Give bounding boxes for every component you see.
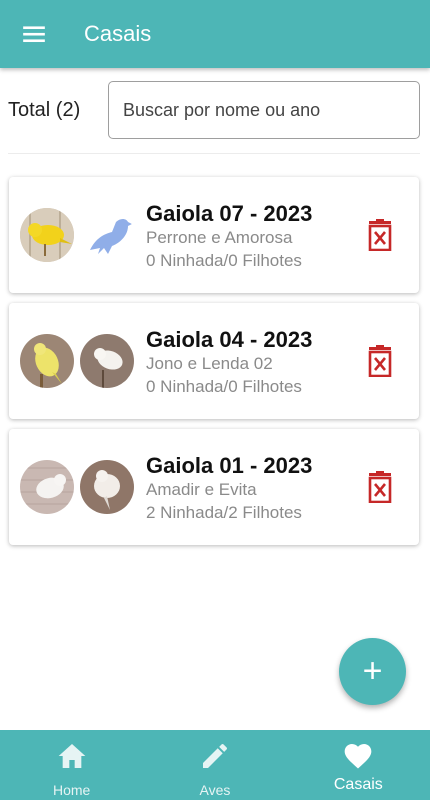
add-couple-button[interactable]: + — [339, 638, 406, 705]
bottom-navigation: Home Aves Casais — [0, 730, 430, 800]
heart-icon — [344, 744, 372, 769]
couples-list: Gaiola 07 - 2023 Perrone e Amorosa 0 Nin… — [0, 177, 430, 555]
male-bird-avatar — [20, 334, 74, 388]
couple-stats: 0 Ninhada/0 Filhotes — [146, 377, 302, 396]
total-count-label: Total (2) — [8, 98, 81, 121]
couple-card[interactable]: Gaiola 01 - 2023 Amadir e Evita 2 Ninhad… — [9, 429, 419, 545]
delete-button[interactable] — [365, 219, 395, 252]
couple-title: Gaiola 04 - 2023 — [146, 327, 313, 352]
female-bird-placeholder-icon — [80, 208, 134, 262]
delete-button[interactable] — [365, 345, 395, 378]
couple-stats: 0 Ninhada/0 Filhotes — [146, 251, 302, 270]
couple-names: Amadir e Evita — [146, 480, 257, 499]
nav-item-casais[interactable]: Casais — [287, 730, 430, 800]
app-root: Casais Total (2) Buscar por nome ou ano … — [0, 0, 430, 800]
couple-names: Perrone e Amorosa — [146, 228, 293, 247]
female-bird-avatar — [80, 460, 134, 514]
couple-card[interactable]: Gaiola 04 - 2023 Jono e Lenda 02 0 Ninha… — [9, 303, 419, 419]
pencil-icon — [202, 743, 227, 768]
delete-button[interactable] — [365, 471, 395, 504]
delete-icon — [368, 345, 392, 378]
couple-names: Jono e Lenda 02 — [146, 354, 273, 373]
couple-title: Gaiola 01 - 2023 — [146, 453, 313, 478]
nav-item-home[interactable]: Home — [0, 730, 143, 800]
page-title: Casais — [84, 21, 152, 46]
nav-label-home: Home — [52, 782, 91, 798]
delete-icon — [368, 471, 392, 504]
couple-title: Gaiola 07 - 2023 — [146, 201, 313, 226]
nav-item-aves[interactable]: Aves — [143, 730, 286, 800]
app-bar: Casais — [0, 0, 430, 68]
nav-label-casais: Casais — [333, 776, 383, 793]
search-input[interactable] — [108, 81, 420, 139]
male-bird-avatar — [20, 460, 74, 514]
nav-label-aves: Aves — [199, 782, 231, 798]
male-bird-avatar — [20, 208, 74, 262]
divider — [8, 153, 420, 154]
menu-icon — [23, 26, 45, 43]
menu-button[interactable] — [0, 0, 68, 68]
couple-card[interactable]: Gaiola 07 - 2023 Perrone e Amorosa 0 Nin… — [9, 177, 419, 293]
couple-stats: 2 Ninhada/2 Filhotes — [146, 503, 302, 522]
female-bird-avatar — [80, 334, 134, 388]
search-row: Total (2) — [0, 80, 430, 140]
home-icon — [58, 744, 85, 768]
delete-icon — [368, 219, 392, 252]
